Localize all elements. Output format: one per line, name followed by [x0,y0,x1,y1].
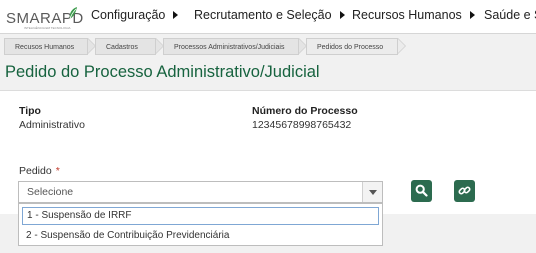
leaf-icon [69,7,77,20]
link-icon [458,186,471,195]
smarapd-logo[interactable]: SMARAPD INTELIGÊNCIA EM TECNOLOGIA [6,6,84,32]
breadcrumb-label: Pedidos do Processo [317,44,384,51]
pedido-select[interactable]: Selecione [18,181,383,203]
nav-label: Configuração [91,8,166,22]
nav-label: Saúde e Se [484,8,536,22]
nav-label: Recursos Humanos [352,8,462,22]
nav-recrutamento[interactable]: Recrutamento e Seleção [194,0,345,30]
chevron-down-icon[interactable] [362,182,382,202]
search-icon [415,184,428,197]
nav-configuracao[interactable]: Configuração [91,0,179,30]
nav-label: Recrutamento e Seleção [194,8,332,22]
nav-saude[interactable]: Saúde e Se [484,0,536,30]
required-marker: * [55,165,60,177]
pedido-label: Pedido * [19,165,60,177]
dropdown-option[interactable]: 1 - Suspensão de IRRF [22,207,379,225]
link-button[interactable] [454,180,475,202]
breadcrumb: Recusos Humanos Cadastros Processos Admi… [0,34,536,58]
tipo-value: Administrativo [19,119,85,131]
caret-right-icon [339,10,345,19]
tipo-label: Tipo [19,105,41,117]
pedido-dropdown-list: 1 - Suspensão de IRRF 2 - Suspensão de C… [18,203,383,246]
dropdown-option[interactable]: 2 - Suspensão de Contribuição Previdenci… [22,227,379,245]
breadcrumb-item-cadastros[interactable]: Cadastros [95,38,164,55]
logo-subtext: INTELIGÊNCIA EM TECNOLOGIA [24,26,71,30]
pedido-select-value: Selecione [27,186,74,198]
breadcrumb-label: Recusos Humanos [15,44,75,51]
search-button[interactable] [411,180,432,202]
top-navbar: SMARAPD INTELIGÊNCIA EM TECNOLOGIA Confi… [0,0,536,34]
form-panel: Tipo Administrativo Número do Processo 1… [0,90,536,214]
nav-recursos-humanos[interactable]: Recursos Humanos [352,0,475,30]
breadcrumb-item-pedidos: Pedidos do Processo [306,38,406,55]
breadcrumb-item-recursos-humanos[interactable]: Recusos Humanos [4,38,96,55]
caret-right-icon [173,10,179,19]
numero-processo-value: 12345678998765432 [252,119,352,131]
breadcrumb-label: Processos Administrativos/Judiciais [174,44,285,51]
breadcrumb-label: Cadastros [106,44,138,51]
caret-right-icon [469,10,475,19]
numero-processo-label: Número do Processo [252,105,358,117]
page-title: Pedido do Processo Administrativo/Judici… [5,63,320,81]
breadcrumb-item-processos[interactable]: Processos Administrativos/Judiciais [163,38,307,55]
